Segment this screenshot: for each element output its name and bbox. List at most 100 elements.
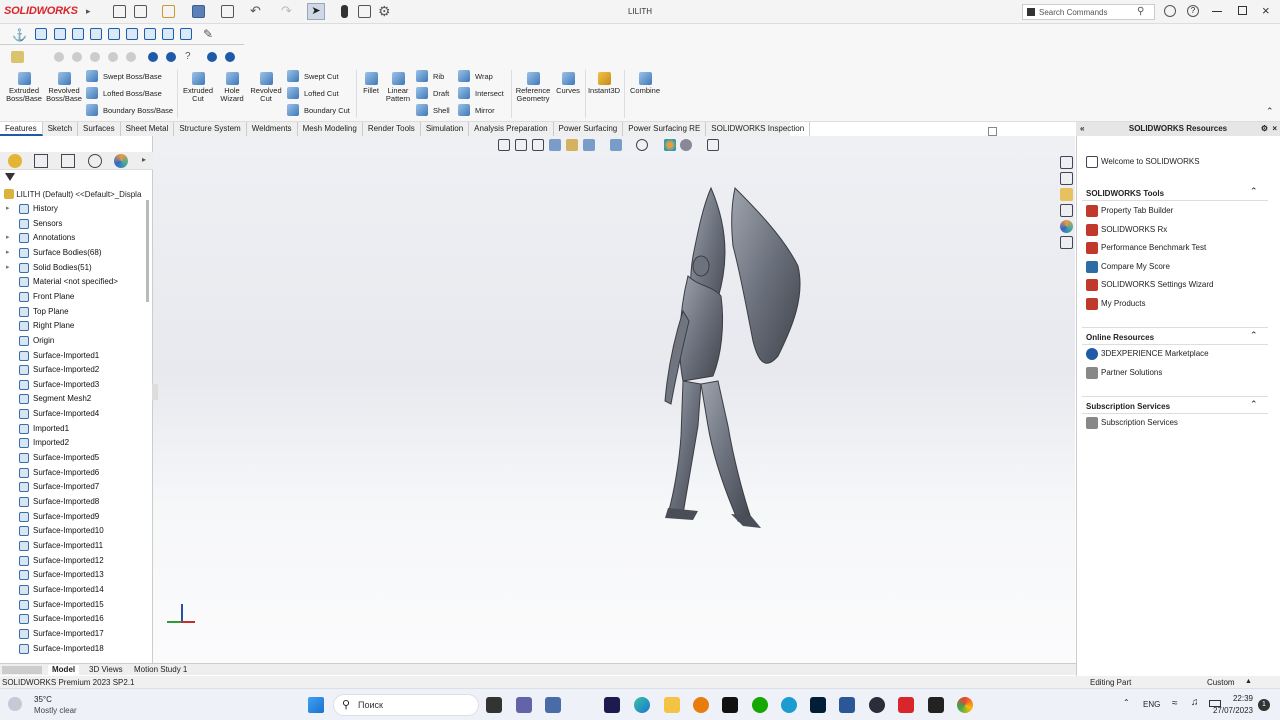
tree-root[interactable]: LILITH (Default) <<Default>_Displa: [4, 189, 150, 201]
home-icon[interactable]: [113, 5, 126, 18]
view-front-icon[interactable]: [35, 28, 47, 40]
resource-link-3dexperience-marketplace[interactable]: 3DEXPERIENCE Marketplace: [1086, 347, 1209, 361]
tab-weldments[interactable]: Weldments: [247, 122, 298, 136]
tree-item[interactable]: Surface-Imported2: [0, 363, 146, 377]
tree-item[interactable]: Surface-Imported18: [0, 642, 146, 656]
info-icon-3[interactable]: [207, 52, 217, 62]
property-manager-tab-icon[interactable]: [34, 154, 48, 168]
view-palette-tab-icon[interactable]: [1060, 204, 1073, 217]
photoshop-icon[interactable]: [810, 697, 826, 713]
tree-item[interactable]: Surface-Imported5: [0, 451, 146, 465]
help-question-icon[interactable]: ?: [185, 51, 191, 62]
hide-show-icon[interactable]: [636, 139, 648, 151]
pane-options-gear-icon[interactable]: ⚙: [1261, 122, 1268, 136]
tree-item[interactable]: Surface-Imported9: [0, 510, 146, 524]
minimize-icon[interactable]: [1212, 11, 1222, 12]
file-properties-icon[interactable]: [358, 5, 371, 18]
fillet-button[interactable]: Fillet: [358, 72, 384, 95]
chrome-icon[interactable]: [957, 697, 973, 713]
clock-time[interactable]: 22:39: [1229, 694, 1253, 703]
volume-icon[interactable]: ♫: [1191, 697, 1199, 708]
view-back-icon[interactable]: [54, 28, 66, 40]
expand-arrow-icon[interactable]: ▸: [6, 202, 10, 216]
custom-properties-tab-icon[interactable]: [1060, 236, 1073, 249]
tab-model[interactable]: Model: [48, 665, 80, 675]
anchor-icon[interactable]: ⚓: [12, 28, 27, 42]
section-online-collapse-icon[interactable]: ⌃: [1250, 330, 1258, 341]
tree-item[interactable]: Surface-Imported13: [0, 568, 146, 582]
hole-wizard-button[interactable]: Hole Wizard: [216, 72, 248, 103]
tree-item[interactable]: Surface-Imported15: [0, 598, 146, 612]
expand-tabs-icon[interactable]: ▸: [142, 155, 146, 164]
after-effects-icon[interactable]: [604, 697, 620, 713]
tab-3d-views[interactable]: 3D Views: [85, 665, 127, 675]
view-settings-icon[interactable]: [707, 139, 719, 151]
graphics-area[interactable]: [153, 127, 1075, 664]
tree-item[interactable]: Surface-Imported3: [0, 378, 146, 392]
open-icon[interactable]: [162, 5, 175, 18]
unit-system-dropdown[interactable]: Custom: [1207, 678, 1235, 687]
chat-icon[interactable]: [516, 697, 532, 713]
display-manager-tab-icon[interactable]: [114, 154, 128, 168]
collapse-pane-icon[interactable]: «: [1080, 122, 1084, 136]
dimxpert-tab-icon[interactable]: [88, 154, 102, 168]
upwork-icon[interactable]: [752, 697, 768, 713]
wifi-icon[interactable]: ≈: [1172, 698, 1178, 709]
swept-boss-button[interactable]: Swept Boss/Base: [86, 70, 162, 83]
section-view-icon[interactable]: [549, 139, 561, 151]
tab-mesh-modeling[interactable]: Mesh Modeling: [298, 122, 363, 136]
close-icon[interactable]: ×: [1262, 3, 1270, 18]
tab-sheet-metal[interactable]: Sheet Metal: [121, 122, 175, 136]
resource-link-property-tab-builder[interactable]: Property Tab Builder: [1086, 204, 1173, 218]
zoom-to-fit-icon[interactable]: [498, 139, 510, 151]
blender-icon[interactable]: [693, 697, 709, 713]
expand-arrow-icon[interactable]: ▸: [6, 231, 10, 245]
view-bottom-icon[interactable]: [126, 28, 138, 40]
search-commands-input[interactable]: Search Commands: [1022, 4, 1155, 20]
design-library-tab-icon[interactable]: [1060, 172, 1073, 185]
view-orientation-icon[interactable]: [583, 139, 595, 151]
capcut-icon[interactable]: [722, 697, 738, 713]
tree-item[interactable]: ▸ Surface Bodies(68): [0, 246, 146, 260]
tree-item[interactable]: Right Plane: [0, 319, 146, 333]
resource-link-solidworks-settings-wizard[interactable]: SOLIDWORKS Settings Wizard: [1086, 278, 1213, 292]
tree-scrollbar[interactable]: [146, 200, 149, 302]
info-icon-4[interactable]: [225, 52, 235, 62]
expand-arrow-icon[interactable]: ▸: [6, 246, 10, 260]
view-top-icon[interactable]: [108, 28, 120, 40]
lofted-boss-button[interactable]: Lofted Boss/Base: [86, 87, 162, 100]
task-view-icon[interactable]: [486, 697, 502, 713]
start-windows-icon[interactable]: [308, 697, 324, 713]
view-left-icon[interactable]: [72, 28, 84, 40]
swept-cut-button[interactable]: Swept Cut: [287, 70, 339, 83]
revolved-boss-button[interactable]: Revolved Boss/Base: [44, 72, 84, 103]
tab-features[interactable]: Features: [0, 122, 43, 136]
resource-link-my-products[interactable]: My Products: [1086, 297, 1145, 311]
wrap-button[interactable]: Wrap: [458, 70, 493, 83]
file-explorer-tab-icon[interactable]: [1060, 188, 1073, 201]
panel-collapse-handle[interactable]: [152, 384, 158, 400]
tree-item[interactable]: Surface-Imported12: [0, 554, 146, 568]
tree-item[interactable]: Surface-Imported6: [0, 466, 146, 480]
tree-item[interactable]: Material <not specified>: [0, 275, 146, 289]
tree-item[interactable]: ▸ Annotations: [0, 231, 146, 245]
section-subscription-collapse-icon[interactable]: ⌃: [1250, 399, 1258, 410]
view-right-icon[interactable]: [90, 28, 102, 40]
tab-simulation[interactable]: Simulation: [421, 122, 470, 136]
tree-item[interactable]: Front Plane: [0, 290, 146, 304]
solidworks-logo[interactable]: SOLIDWORKS: [4, 5, 78, 17]
tree-item[interactable]: ▸ History: [0, 202, 146, 216]
extruded-cut-button[interactable]: Extruded Cut: [180, 72, 216, 103]
dynamic-annotation-icon[interactable]: [566, 139, 578, 151]
expand-menu-icon[interactable]: ▸: [86, 6, 91, 17]
intersect-button[interactable]: Intersect: [458, 87, 504, 100]
mirror-button[interactable]: Mirror: [458, 104, 495, 117]
zoom-to-area-icon[interactable]: [515, 139, 527, 151]
configuration-manager-tab-icon[interactable]: [61, 154, 75, 168]
view-iso-icon[interactable]: [144, 28, 156, 40]
boundary-boss-button[interactable]: Boundary Boss/Base: [86, 104, 173, 117]
select-icon[interactable]: ➤: [307, 3, 325, 20]
tree-item[interactable]: Surface-Imported7: [0, 480, 146, 494]
tab-analysis-preparation[interactable]: Analysis Preparation: [469, 122, 554, 136]
app-icon-2[interactable]: [781, 697, 797, 713]
